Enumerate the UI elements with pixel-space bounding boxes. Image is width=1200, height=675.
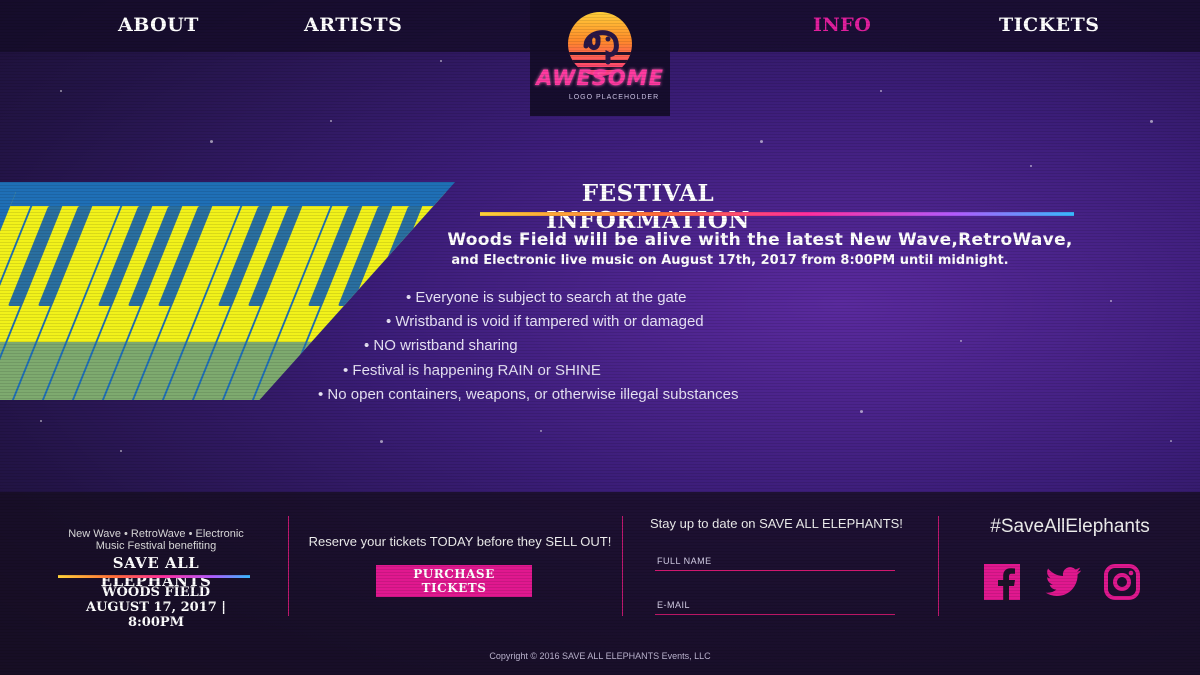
footer-venue: WOODS FIELD bbox=[101, 585, 211, 600]
nav-link-artists[interactable]: ARTISTS bbox=[304, 14, 402, 36]
nav-link-info[interactable]: INFO bbox=[813, 14, 871, 36]
rule-item: • NO wristband sharing bbox=[364, 337, 518, 354]
nav-link-tickets[interactable]: TICKETS bbox=[999, 14, 1100, 36]
instagram-icon[interactable] bbox=[1103, 563, 1141, 601]
email-field[interactable] bbox=[655, 596, 895, 615]
rule-item: • Wristband is void if tampered with or … bbox=[386, 313, 704, 330]
nav-link-about[interactable]: ABOUT bbox=[118, 14, 199, 36]
hashtag-text: #SaveAllElephants bbox=[990, 516, 1150, 537]
footer-tagline: New Wave • RetroWave • Electronic Music … bbox=[56, 528, 256, 552]
site-logo[interactable]: AWESOME LOGO PLACEHOLDER bbox=[530, 0, 670, 116]
twitter-icon[interactable] bbox=[1043, 563, 1083, 601]
footer-tagline-line-2: Music Festival benefiting bbox=[95, 540, 217, 552]
footer-divider bbox=[938, 516, 939, 616]
footer-org-underline bbox=[58, 575, 250, 578]
reserve-text: Reserve your tickets TODAY before they S… bbox=[308, 534, 612, 549]
rule-item: • Everyone is subject to search at the g… bbox=[406, 289, 687, 306]
rule-item: • No open containers, weapons, or otherw… bbox=[318, 386, 739, 403]
purchase-tickets-button[interactable]: PURCHASE TICKETS bbox=[376, 565, 532, 597]
festival-info-title: FESTIVAL INFORMATION bbox=[546, 180, 750, 234]
intro-line-1: Woods Field will be alive with the lates… bbox=[447, 230, 1073, 250]
facebook-icon[interactable] bbox=[983, 563, 1021, 601]
footer-date: AUGUST 17, 2017 | 8:00PM bbox=[85, 600, 227, 630]
full-name-field[interactable] bbox=[655, 552, 895, 571]
newsletter-heading: Stay up to date on SAVE ALL ELEPHANTS! bbox=[650, 516, 903, 531]
intro-line-2: and Electronic live music on August 17th… bbox=[451, 253, 1009, 268]
logo-subtitle: LOGO PLACEHOLDER bbox=[568, 94, 660, 101]
logo-wordmark: AWESOME bbox=[536, 66, 664, 90]
copyright-text: Copyright © 2016 SAVE ALL ELEPHANTS Even… bbox=[489, 651, 711, 661]
title-underline bbox=[480, 212, 1074, 216]
footer-divider bbox=[622, 516, 623, 616]
footer-divider bbox=[288, 516, 289, 616]
footer-venue-date: WOODS FIELD AUGUST 17, 2017 | 8:00PM bbox=[56, 585, 256, 630]
footer-tagline-line-1: New Wave • RetroWave • Electronic bbox=[68, 528, 244, 540]
rule-item: • Festival is happening RAIN or SHINE bbox=[343, 362, 601, 379]
